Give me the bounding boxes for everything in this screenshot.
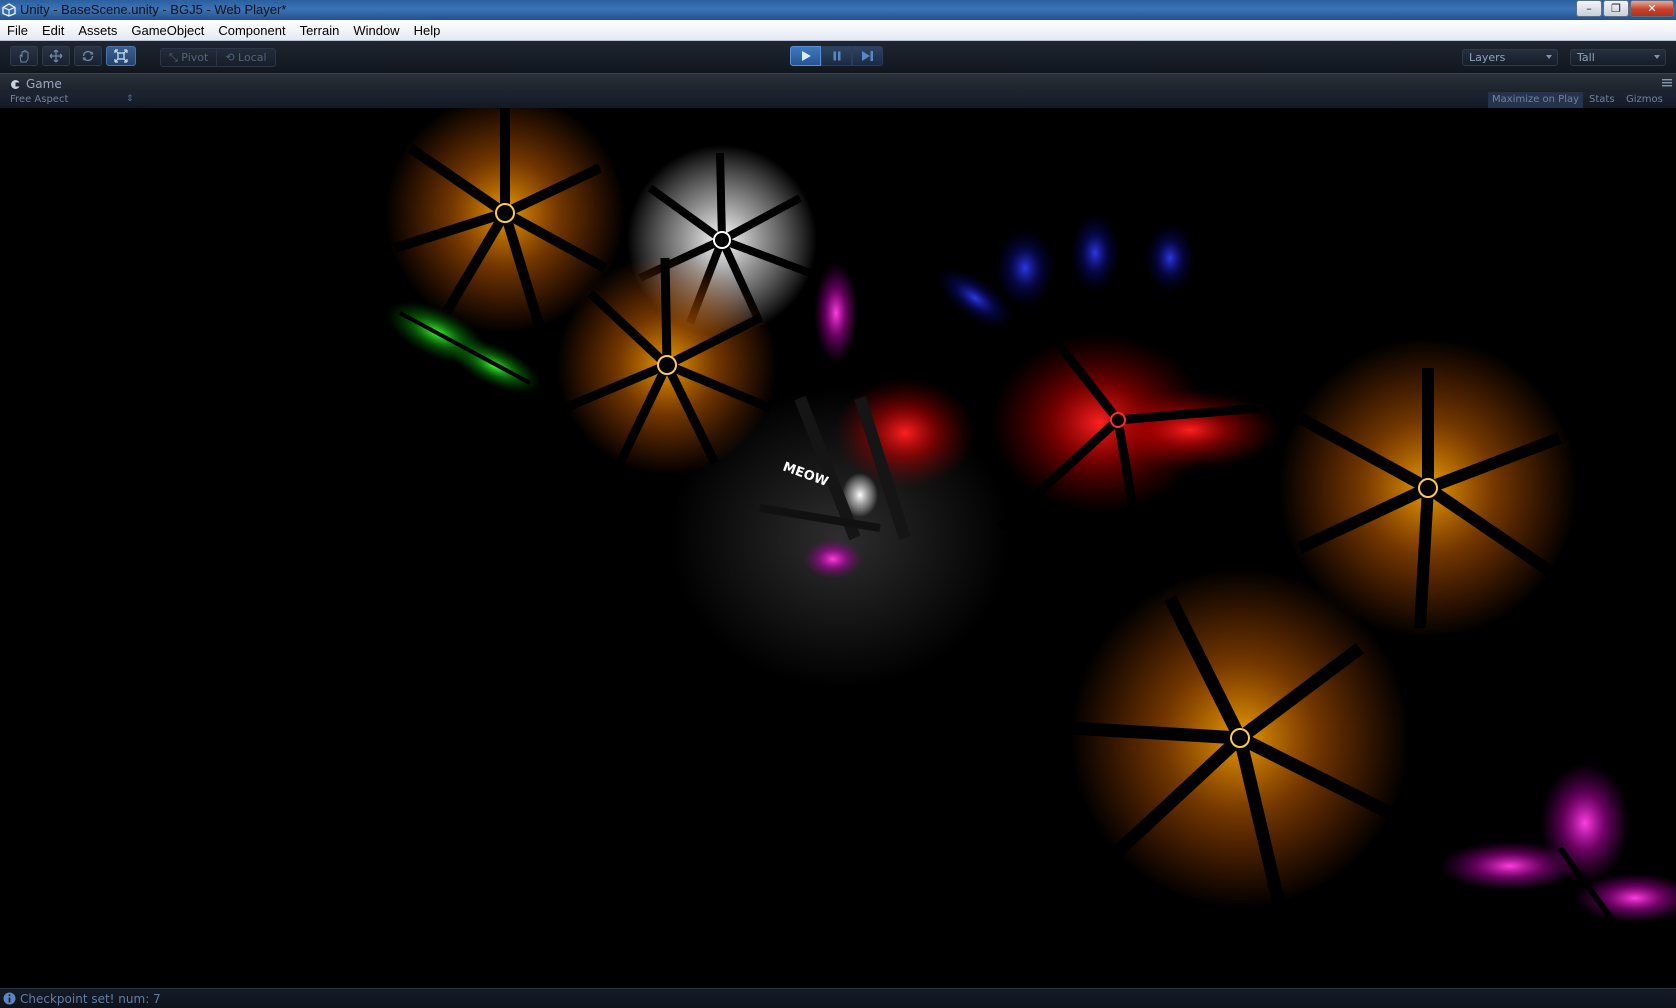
menu-help[interactable]: Help: [407, 20, 448, 41]
layout-dropdown[interactable]: Tall: [1570, 49, 1666, 66]
unity-app-icon: [2, 3, 16, 17]
menu-edit[interactable]: Edit: [35, 20, 71, 41]
game-scene: MEOW: [385, 108, 1676, 960]
game-view-toolbar: Free Aspect ⇕ Maximize on Play Stats Giz…: [0, 92, 1676, 109]
pause-icon: [833, 51, 840, 61]
orange-light-cluster-4: [1069, 568, 1410, 910]
chevron-updown-icon[interactable]: ⇕: [126, 94, 134, 104]
menu-assets[interactable]: Assets: [71, 20, 124, 41]
step-button[interactable]: [852, 46, 883, 66]
pause-button[interactable]: [821, 46, 852, 66]
status-message[interactable]: Checkpoint set! num: 7: [20, 992, 161, 1006]
stats-toggle[interactable]: Stats: [1585, 92, 1619, 108]
step-icon: [862, 51, 873, 61]
game-tab-bar: Game: [0, 73, 1676, 92]
orange-light-cluster-2: [557, 255, 777, 475]
pivot-label: Pivot: [181, 51, 209, 64]
move-tool-button[interactable]: [42, 46, 70, 66]
window-title-bar: Unity - BaseScene.unity - BGJ5 - Web Pla…: [0, 0, 1676, 20]
hand-icon: [19, 49, 29, 63]
scale-tool-button[interactable]: [106, 46, 136, 66]
maximize-on-play-toggle[interactable]: Maximize on Play: [1488, 92, 1584, 108]
panel-menu-icon[interactable]: [1662, 79, 1672, 87]
info-icon: [3, 992, 16, 1005]
magenta-light-center: [803, 539, 863, 579]
move-icon: [49, 49, 63, 63]
gizmos-dropdown[interactable]: Gizmos: [1622, 92, 1667, 108]
menu-terrain[interactable]: Terrain: [293, 20, 347, 41]
magenta-light-top: [814, 263, 858, 363]
menu-gameobject[interactable]: GameObject: [124, 20, 211, 41]
menu-window[interactable]: Window: [346, 20, 406, 41]
chevron-down-icon: [1546, 55, 1552, 59]
blue-light-cluster: [936, 213, 1195, 329]
minimize-icon: –: [1586, 2, 1592, 15]
window-title: Unity - BaseScene.unity - BGJ5 - Web Pla…: [20, 2, 287, 17]
menu-component[interactable]: Component: [211, 20, 292, 41]
rotate-icon: [82, 50, 94, 62]
rotate-tool-button[interactable]: [74, 46, 102, 66]
layers-label: Layers: [1469, 51, 1506, 64]
game-viewport[interactable]: MEOW: [0, 108, 1676, 988]
tab-game-label: Game: [26, 77, 62, 91]
magenta-light-cluster: [1440, 763, 1676, 960]
aspect-dropdown[interactable]: Free Aspect: [10, 94, 68, 105]
hand-tool-button[interactable]: [10, 46, 38, 66]
minimize-button[interactable]: –: [1576, 0, 1602, 17]
editor-toolbar: ⤡ Pivot ⟲ Local Layers Tall: [0, 41, 1676, 74]
local-icon: ⟲: [225, 51, 239, 64]
pivot-icon: ⤡: [169, 51, 182, 64]
scale-icon: [114, 49, 128, 63]
tab-game[interactable]: Game: [4, 75, 70, 93]
local-label: Local: [238, 51, 267, 64]
menu-bar: File Edit Assets GameObject Component Te…: [0, 20, 1676, 41]
close-button[interactable]: ✕: [1630, 0, 1674, 17]
layers-dropdown[interactable]: Layers: [1462, 49, 1558, 66]
close-icon: ✕: [1647, 2, 1657, 15]
maximize-icon: ❐: [1611, 2, 1621, 15]
local-toggle[interactable]: ⟲ Local: [217, 48, 276, 67]
play-button[interactable]: [790, 46, 821, 66]
game-controller-icon: [11, 79, 21, 89]
chevron-down-icon: [1654, 55, 1660, 59]
maximize-button[interactable]: ❐: [1603, 0, 1629, 17]
menu-file[interactable]: File: [0, 20, 35, 41]
play-icon: [801, 51, 811, 61]
layout-label: Tall: [1577, 51, 1595, 64]
pivot-toggle[interactable]: ⤡ Pivot: [160, 48, 218, 67]
status-bar: Checkpoint set! num: 7: [0, 988, 1676, 1008]
